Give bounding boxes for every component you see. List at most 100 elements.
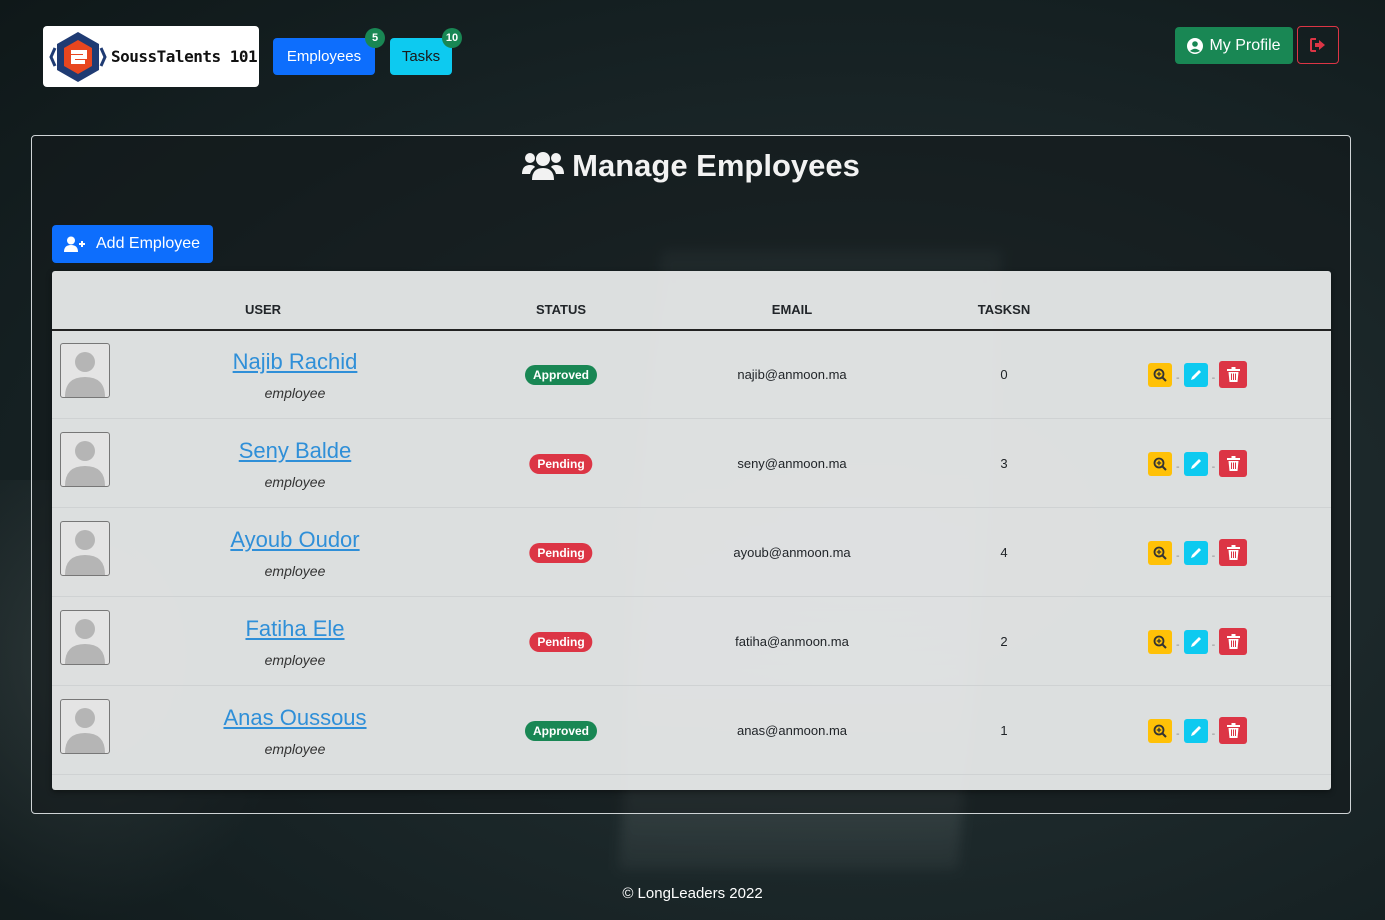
- row-actions: - -: [1148, 717, 1248, 744]
- page-title: Manage Employees: [32, 148, 1350, 184]
- action-separator: -: [1211, 640, 1216, 651]
- pencil-icon: [1190, 547, 1201, 558]
- employee-name-link[interactable]: Fatiha Ele: [245, 616, 344, 642]
- table-row: Ayoub Oudor employee Pending ayoub@anmoo…: [52, 508, 1331, 597]
- employee-email: seny@anmoon.ma: [737, 456, 847, 471]
- edit-button[interactable]: [1183, 718, 1208, 743]
- trash-icon: [1226, 545, 1240, 560]
- status-badge: Approved: [524, 365, 598, 385]
- action-separator: -: [1211, 551, 1216, 562]
- trash-icon: [1226, 367, 1240, 382]
- column-header-user: USER: [244, 302, 282, 317]
- sign-out-icon: [1310, 38, 1325, 52]
- search-plus-icon: [1153, 546, 1167, 560]
- action-separator: -: [1176, 729, 1180, 740]
- employee-role: employee: [264, 741, 326, 757]
- pencil-icon: [1190, 369, 1201, 380]
- employee-name-link[interactable]: Ayoub Oudor: [230, 527, 359, 553]
- employee-name-link[interactable]: Anas Oussous: [223, 705, 366, 731]
- search-plus-icon: [1153, 457, 1167, 471]
- pencil-icon: [1190, 458, 1201, 469]
- employee-task-count: 4: [1000, 545, 1008, 560]
- brand-name: SoussTalents 101: [111, 47, 258, 66]
- employee-email: fatiha@anmoon.ma: [735, 634, 849, 649]
- add-employee-button[interactable]: Add Employee: [52, 225, 213, 263]
- avatar: [60, 343, 110, 398]
- table-row: Anas Oussous employee Approved anas@anmo…: [52, 686, 1331, 775]
- employee-role: employee: [264, 652, 326, 668]
- my-profile-label: My Profile: [1209, 36, 1281, 54]
- pencil-icon: [1190, 636, 1201, 647]
- delete-button[interactable]: [1219, 450, 1248, 477]
- trash-icon: [1226, 456, 1240, 471]
- trash-icon: [1226, 723, 1240, 738]
- manage-employees-card: Manage Employees Add Employee USER STATU…: [31, 135, 1351, 814]
- status-badge: Pending: [529, 454, 593, 474]
- view-button[interactable]: [1148, 540, 1172, 565]
- status-badge: Pending: [529, 543, 593, 563]
- row-actions: - -: [1148, 450, 1248, 477]
- employee-task-count: 3: [1000, 456, 1008, 471]
- nav-tasks-button[interactable]: Tasks 10: [390, 28, 462, 75]
- edit-button[interactable]: [1183, 629, 1208, 654]
- action-separator: -: [1211, 462, 1216, 473]
- column-header-email: EMAIL: [771, 302, 813, 317]
- column-header-status: STATUS: [535, 302, 587, 317]
- edit-button[interactable]: [1183, 540, 1208, 565]
- page-title-text: Manage Employees: [572, 148, 860, 183]
- brand-logo[interactable]: SoussTalents 101: [43, 26, 259, 87]
- status-badge: Pending: [529, 632, 593, 652]
- employee-name-link[interactable]: Seny Balde: [239, 438, 352, 464]
- delete-button[interactable]: [1219, 628, 1248, 655]
- nav-employees-button[interactable]: Employees 5: [273, 28, 385, 75]
- row-actions: - -: [1148, 539, 1248, 566]
- view-button[interactable]: [1148, 451, 1172, 476]
- action-separator: -: [1176, 373, 1180, 384]
- table-row: Najib Rachid employee Approved najib@anm…: [52, 330, 1331, 419]
- employee-role: employee: [264, 474, 326, 490]
- employees-table: USER STATUS EMAIL TASKSN Najib Rachid em…: [52, 271, 1331, 790]
- nav-tasks-label: Tasks: [401, 48, 441, 65]
- employee-email: ayoub@anmoon.ma: [733, 545, 851, 560]
- add-employee-label: Add Employee: [96, 235, 201, 252]
- search-plus-icon: [1153, 635, 1167, 649]
- edit-button[interactable]: [1183, 451, 1208, 476]
- delete-button[interactable]: [1219, 539, 1248, 566]
- trash-icon: [1226, 634, 1240, 649]
- view-button[interactable]: [1148, 362, 1172, 387]
- avatar: [60, 699, 110, 754]
- footer-copyright: © LongLeaders 2022: [622, 885, 763, 902]
- status-badge: Approved: [524, 721, 598, 741]
- search-plus-icon: [1153, 724, 1167, 738]
- nav-employees-label: Employees: [286, 48, 362, 65]
- action-separator: -: [1176, 640, 1180, 651]
- action-separator: -: [1176, 462, 1180, 473]
- search-plus-icon: [1153, 368, 1167, 382]
- avatar: [60, 521, 110, 576]
- employee-task-count: 1: [1000, 723, 1008, 738]
- avatar: [60, 432, 110, 487]
- column-header-tasks: TASKSN: [977, 302, 1031, 317]
- row-actions: - -: [1148, 628, 1248, 655]
- employee-role: employee: [264, 385, 326, 401]
- delete-button[interactable]: [1219, 361, 1248, 388]
- delete-button[interactable]: [1219, 717, 1248, 744]
- my-profile-button[interactable]: My Profile: [1175, 27, 1293, 64]
- action-separator: -: [1176, 551, 1180, 562]
- employee-task-count: 2: [1000, 634, 1008, 649]
- action-separator: -: [1211, 729, 1216, 740]
- user-plus-icon: [64, 236, 85, 252]
- row-actions: - -: [1148, 361, 1248, 388]
- table-row: Fatiha Ele employee Pending fatiha@anmoo…: [52, 597, 1331, 686]
- pencil-icon: [1190, 725, 1201, 736]
- view-button[interactable]: [1148, 718, 1172, 743]
- table-header: USER STATUS EMAIL TASKSN: [52, 271, 1331, 331]
- employee-email: anas@anmoon.ma: [736, 723, 848, 738]
- view-button[interactable]: [1148, 629, 1172, 654]
- employee-email: najib@anmoon.ma: [737, 367, 847, 382]
- logout-button[interactable]: [1297, 26, 1339, 64]
- employee-task-count: 0: [1000, 367, 1008, 382]
- employee-name-link[interactable]: Najib Rachid: [233, 349, 358, 375]
- edit-button[interactable]: [1183, 362, 1208, 387]
- tasks-count-badge: 10: [442, 28, 462, 48]
